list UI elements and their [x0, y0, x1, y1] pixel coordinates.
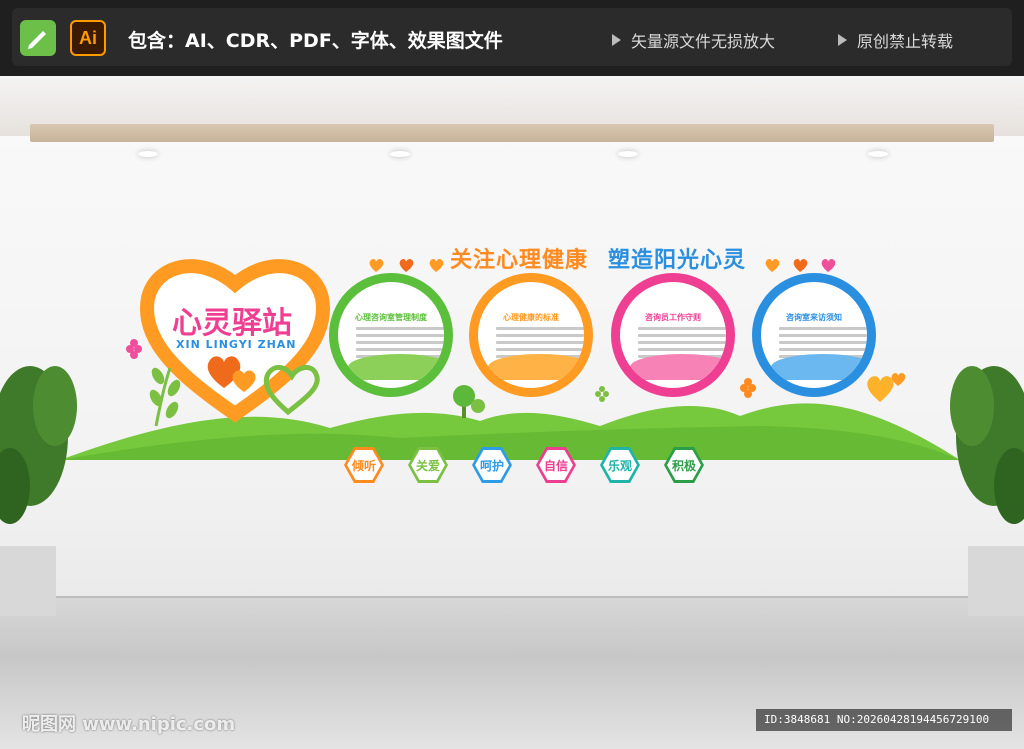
vector-note-label: 矢量源文件无损放大 [631, 32, 776, 51]
logo-title: 心灵驿站 [172, 306, 292, 341]
slogan-part2: 塑造阳光心灵 [608, 248, 747, 273]
slogan-heart-icon [765, 258, 780, 272]
illustrator-icon: Ai [70, 20, 106, 56]
right-heart-icon [867, 376, 894, 402]
value-badge-label: 积极 [667, 450, 701, 480]
vector-note: 矢量源文件无损放大 [612, 28, 775, 52]
value-badge-label: 乐观 [603, 450, 637, 480]
slogan-part1: 关注心理健康 [450, 248, 589, 273]
wall-graphics [0, 258, 1024, 616]
panel-title: 咨询员工作守则 [645, 313, 701, 322]
leaf-icon [167, 379, 181, 397]
logo-subtitle: XIN LINGYI ZHAN [176, 338, 297, 351]
right-heart-icon [891, 372, 906, 386]
value-badge-label: 倾听 [347, 450, 381, 480]
leaf-icon [165, 401, 179, 419]
original-note-label: 原创禁止转载 [857, 32, 954, 51]
slogan-heart-icon [793, 258, 808, 272]
image-id-bar: ID:3848681 NO:20260428194456729100 [756, 709, 1012, 731]
room-scene: 心灵驿站 XIN LINGYI ZHAN 关注心理健康 塑造阳光心灵 心理咨询室… [0, 76, 1024, 749]
slogan-heart-icon [429, 258, 444, 272]
info-panel: 心理健康的标准 [469, 273, 593, 397]
pencil-app-icon [20, 20, 56, 56]
panel-hill [488, 354, 584, 380]
top-banner: Ai 包含：AI、CDR、PDF、字体、效果图文件 矢量源文件无损放大 原创禁止… [0, 0, 1024, 76]
slogan-heart-icon [399, 258, 414, 272]
value-badge-label: 呵护 [475, 450, 509, 480]
panel-title: 心理健康的标准 [503, 313, 559, 322]
panel-hill [348, 354, 444, 380]
value-badge-label: 自信 [539, 450, 573, 480]
tree-icon [453, 385, 485, 418]
panel-hill [630, 354, 726, 380]
pink-flower-icon [126, 339, 142, 359]
panel-title: 心理咨询室管理制度 [355, 313, 427, 322]
play-arrow-icon [838, 34, 847, 46]
play-arrow-icon [612, 34, 621, 46]
value-badge-label: 关爱 [411, 450, 445, 480]
slogan-heart-icon [821, 258, 836, 272]
site-watermark: 昵图网 www.nipic.com [22, 714, 236, 735]
orange-flower-icon [740, 378, 756, 398]
panel-hill [771, 354, 867, 380]
right-potted-plant [950, 366, 1024, 616]
original-note: 原创禁止转载 [838, 28, 953, 52]
info-panel: 咨询员工作守则 [611, 273, 735, 397]
info-panel: 心理咨询室管理制度 [329, 273, 453, 397]
panel-title: 咨询室来访须知 [786, 313, 842, 322]
left-potted-plant [0, 366, 77, 616]
green-flower-icon [595, 386, 609, 402]
included-files-text: 包含：AI、CDR、PDF、字体、效果图文件 [128, 30, 503, 52]
info-panel: 咨询室来访须知 [752, 273, 876, 397]
slogan-heart-icon [369, 258, 384, 272]
